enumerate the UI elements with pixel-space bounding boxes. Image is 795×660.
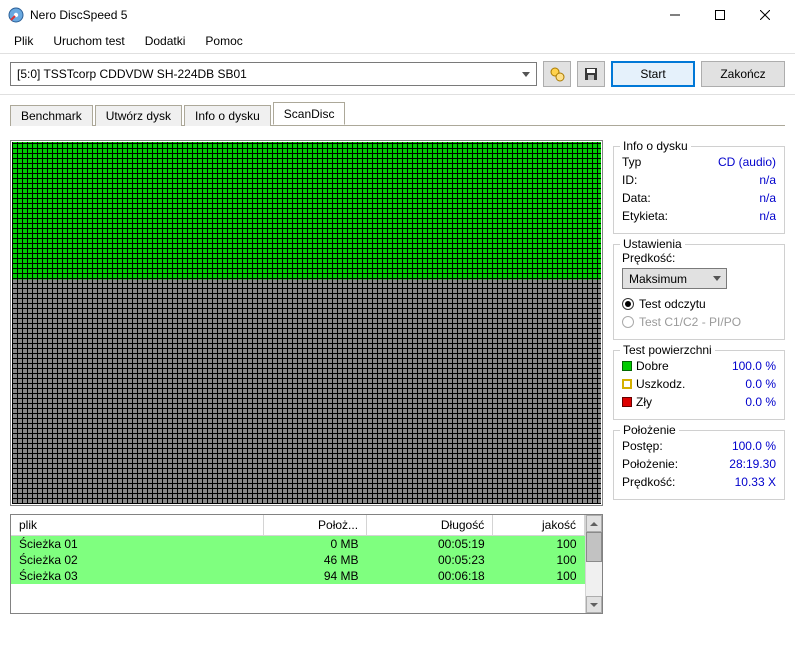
legend-settings: Ustawienia	[620, 237, 685, 251]
radio-read-test[interactable]: Test odczytu	[622, 295, 776, 313]
table-row[interactable]: Ścieżka 03 94 MB 00:06:18 100	[11, 568, 585, 584]
table-row[interactable]: Ścieżka 01 0 MB 00:05:19 100	[11, 536, 585, 553]
refresh-button[interactable]	[543, 61, 571, 87]
menu-extras[interactable]: Dodatki	[137, 32, 194, 50]
start-button[interactable]: Start	[611, 61, 695, 87]
square-yellow-icon	[622, 379, 632, 389]
col-file[interactable]: plik	[11, 515, 263, 536]
tab-benchmark[interactable]: Benchmark	[10, 105, 93, 126]
track-table: plik Położ... Długość jakość Ścieżka 01 …	[11, 515, 585, 613]
group-position: Położenie Postęp:100.0 % Położenie:28:19…	[613, 430, 785, 500]
speed-select[interactable]: Maksimum	[622, 268, 727, 289]
col-length[interactable]: Długość	[367, 515, 493, 536]
end-button[interactable]: Zakończ	[701, 61, 785, 87]
scan-grid-frame	[10, 140, 603, 506]
drive-select[interactable]: [5:0] TSSTcorp CDDVDW SH-224DB SB01	[10, 62, 537, 86]
tab-strip: Benchmark Utwórz dysk Info o dysku ScanD…	[10, 102, 785, 126]
scroll-thumb[interactable]	[586, 532, 602, 562]
tab-disc-info[interactable]: Info o dysku	[184, 105, 271, 126]
close-button[interactable]	[742, 0, 787, 30]
menu-run-test[interactable]: Uruchom test	[45, 32, 132, 50]
chevron-down-icon	[522, 72, 530, 77]
square-red-icon	[622, 397, 632, 407]
radio-icon	[622, 298, 634, 310]
speed-label: Prędkość:	[622, 251, 776, 265]
tab-create-disc[interactable]: Utwórz dysk	[95, 105, 182, 126]
toolbar: [5:0] TSSTcorp CDDVDW SH-224DB SB01 Star…	[0, 55, 795, 93]
col-quality[interactable]: jakość	[493, 515, 585, 536]
chevron-down-icon	[713, 276, 721, 281]
app-icon	[8, 7, 24, 23]
menu-file[interactable]: Plik	[6, 32, 41, 50]
maximize-button[interactable]	[697, 0, 742, 30]
scroll-up-button[interactable]	[586, 515, 602, 532]
menubar: Plik Uruchom test Dodatki Pomoc	[0, 30, 795, 52]
legend-position: Położenie	[620, 423, 679, 437]
table-row[interactable]: Ścieżka 02 46 MB 00:05:23 100	[11, 552, 585, 568]
radio-c1c2-test: Test C1/C2 - PI/PO	[622, 313, 776, 331]
track-scrollbar[interactable]	[585, 515, 602, 613]
scroll-down-button[interactable]	[586, 596, 602, 613]
legend-disc-info: Info o dysku	[620, 139, 691, 153]
drive-select-value: [5:0] TSSTcorp CDDVDW SH-224DB SB01	[17, 67, 247, 81]
group-disc-info: Info o dysku TypCD (audio) ID:n/a Data:n…	[613, 146, 785, 234]
group-surface-test: Test powierzchni Dobre100.0 % Uszkodz.0.…	[613, 350, 785, 420]
save-button[interactable]	[577, 61, 605, 87]
window-title: Nero DiscSpeed 5	[30, 8, 652, 22]
legend-surface: Test powierzchni	[620, 343, 715, 357]
minimize-button[interactable]	[652, 0, 697, 30]
menu-help[interactable]: Pomoc	[197, 32, 250, 50]
titlebar: Nero DiscSpeed 5	[0, 0, 795, 30]
disc-type-link[interactable]: CD (audio)	[718, 153, 776, 171]
scan-grid	[12, 142, 601, 504]
col-position[interactable]: Położ...	[263, 515, 366, 536]
radio-icon	[622, 316, 634, 328]
track-table-frame: plik Położ... Długość jakość Ścieżka 01 …	[10, 514, 603, 614]
square-green-icon	[622, 361, 632, 371]
tab-scandisc[interactable]: ScanDisc	[273, 102, 346, 125]
group-settings: Ustawienia Prędkość: Maksimum Test odczy…	[613, 244, 785, 340]
